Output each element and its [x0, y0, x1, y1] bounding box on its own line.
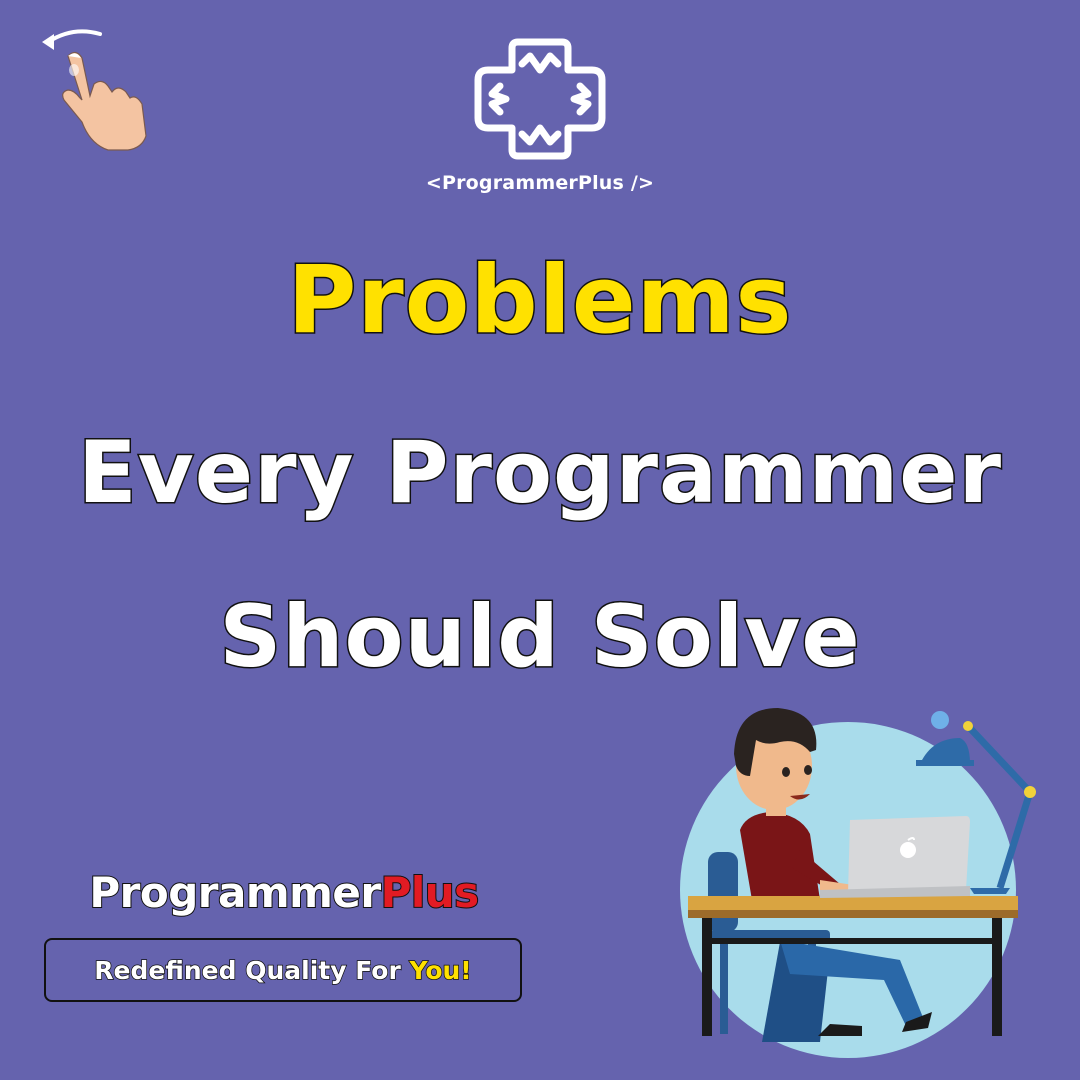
brand-name-part-1: Programmer — [88, 867, 382, 918]
headline-line-2: Every Programmer — [76, 423, 1003, 523]
brand-name: ProgrammerPlus — [44, 867, 524, 918]
programmerplus-logo-icon — [474, 38, 606, 160]
tagline-part-1: Redefined Quality For — [94, 955, 410, 986]
headline-line-1: Problems — [286, 246, 793, 355]
brand-name-part-2: Plus — [380, 867, 481, 918]
tagline-part-2: You! — [409, 955, 473, 986]
logo-text: <ProgrammerPlus /> — [425, 172, 655, 194]
tagline-box: Redefined Quality For You! — [44, 938, 522, 1002]
programmer-at-desk-illustration — [680, 708, 1036, 1058]
tagline: Redefined Quality For You! — [94, 955, 473, 986]
swipe-left-hand-icon — [42, 29, 147, 151]
headline-line-3: Should Solve — [218, 587, 861, 687]
